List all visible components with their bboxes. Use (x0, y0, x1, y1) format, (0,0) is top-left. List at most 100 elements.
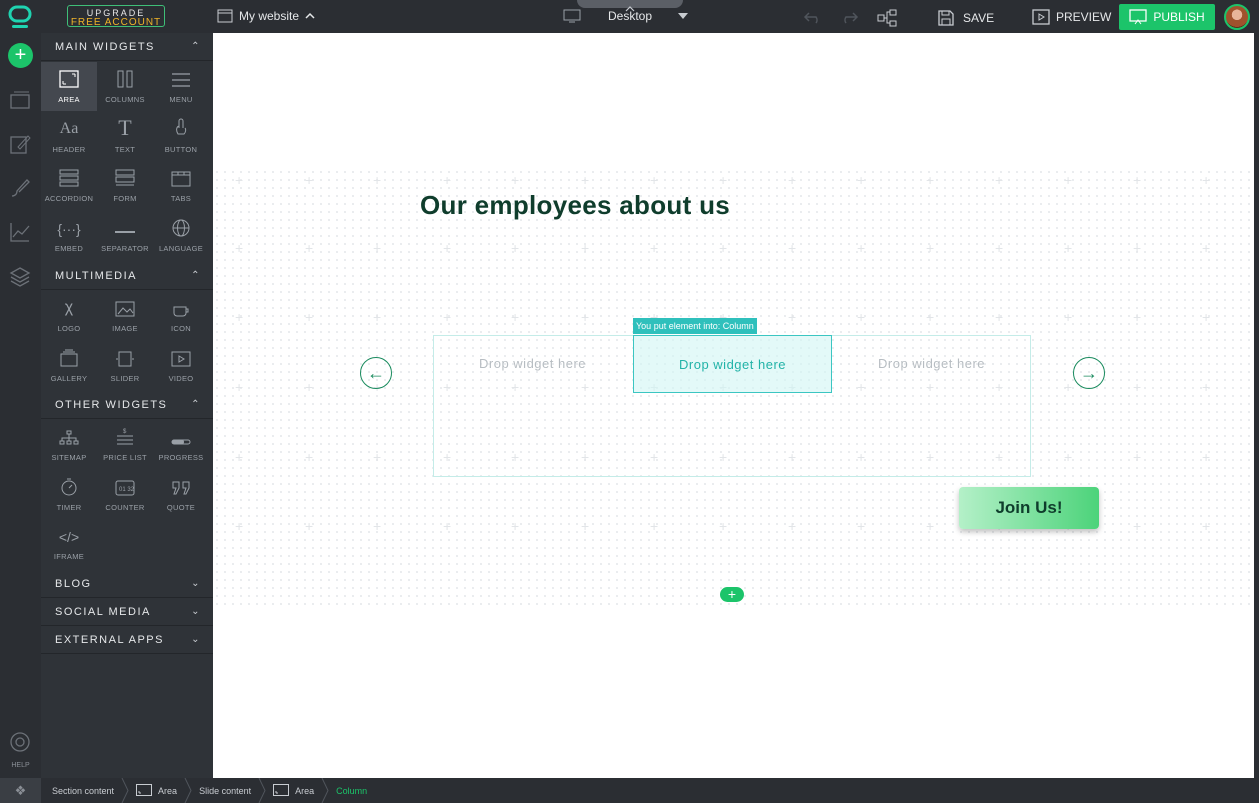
widget-header[interactable]: Aa HEADER (41, 112, 97, 161)
pin-icon[interactable]: ❖ (0, 778, 41, 803)
pattern-plus: + (1064, 172, 1073, 188)
pages-icon[interactable] (9, 89, 31, 111)
widget-sitemap[interactable]: SITEMAP (41, 420, 97, 469)
app-logo-icon[interactable] (8, 5, 32, 29)
widget-label: GALLERY (50, 373, 88, 383)
social-media-header[interactable]: SOCIAL MEDIA ⌄ (41, 598, 213, 626)
widget-label: EMBED (54, 243, 84, 253)
widget-counter[interactable]: 01 32 COUNTER (97, 470, 153, 519)
slider-next-arrow-icon[interactable]: → (1073, 357, 1105, 389)
free-account-label: FREE ACCOUNT (70, 17, 162, 28)
widget-button[interactable]: BUTTON (153, 112, 209, 161)
blog-header[interactable]: BLOG ⌄ (41, 570, 213, 598)
widget-tabs[interactable]: TABS (153, 161, 209, 210)
widget-form[interactable]: FORM (97, 161, 153, 210)
edit-icon[interactable] (9, 133, 31, 155)
widget-separator[interactable]: SEPARATOR (97, 211, 153, 260)
pattern-plus: + (788, 172, 797, 188)
social-media-title: SOCIAL MEDIA (55, 606, 151, 618)
sitemap-structure-icon[interactable] (877, 9, 897, 27)
chevron-up-icon: ⌃ (191, 270, 201, 281)
add-widget-button[interactable]: + (8, 43, 33, 68)
drop-zone-column-1[interactable]: Drop widget here (433, 335, 632, 393)
breadcrumb-item[interactable]: Section content (41, 778, 129, 803)
chevron-up-icon: ⌃ (191, 41, 201, 52)
pattern-plus: + (373, 449, 382, 465)
website-selector[interactable]: My website (217, 9, 315, 23)
widget-gallery[interactable]: GALLERY (41, 341, 97, 390)
pattern-plus: + (305, 309, 314, 325)
widget-columns[interactable]: COLUMNS (97, 62, 153, 111)
widget-quote[interactable]: QUOTE (153, 470, 209, 519)
breadcrumb-item[interactable]: Area (125, 778, 192, 803)
analytics-icon[interactable] (9, 221, 31, 243)
collapse-toolbar-tab[interactable] (577, 0, 683, 12)
slider-icon (97, 341, 153, 367)
embed-icon: {···} (57, 220, 81, 237)
slider-prev-arrow-icon[interactable]: ← (360, 357, 392, 389)
editor-canvas[interactable]: + + + + + + + + + + + + + + + + + + + + + + + + + + + + + + + + + + + + + + + +… (213, 33, 1254, 778)
sitemap-icon (41, 420, 97, 446)
other-widgets-header[interactable]: OTHER WIDGETS ⌃ (41, 391, 213, 419)
widget-area[interactable]: AREA (41, 62, 97, 111)
widget-embed[interactable]: {···} EMBED (41, 211, 97, 260)
drop-zone-column-2[interactable]: Drop widget here (633, 335, 832, 393)
layers-icon[interactable] (9, 266, 31, 288)
widget-icon[interactable]: ICON (153, 291, 209, 340)
user-avatar[interactable] (1224, 4, 1250, 30)
external-apps-header[interactable]: EXTERNAL APPS ⌄ (41, 626, 213, 654)
pattern-plus: + (719, 240, 728, 256)
widget-video[interactable]: VIDEO (153, 341, 209, 390)
pattern-plus: + (650, 518, 659, 534)
website-name: My website (239, 9, 300, 23)
widget-label: PRICE LIST (103, 453, 147, 462)
pattern-plus: + (235, 449, 244, 465)
help-icon[interactable] (9, 731, 31, 753)
pattern-plus: + (926, 240, 935, 256)
publish-icon (1129, 9, 1147, 25)
main-widgets-header[interactable]: MAIN WIDGETS ⌃ (41, 33, 213, 61)
menu-icon (153, 62, 209, 88)
undo-icon[interactable] (803, 9, 823, 25)
widget-iframe[interactable]: </> IFRAME (41, 519, 97, 568)
chevron-down-icon: ⌄ (191, 606, 201, 617)
canvas-scrollbar[interactable] (1254, 33, 1259, 778)
widget-logo[interactable]: χ LOGO (41, 291, 97, 340)
widget-price-list[interactable]: $ PRICE LIST (97, 420, 153, 469)
breadcrumb-label: Section content (52, 785, 115, 796)
widget-image[interactable]: IMAGE (97, 291, 153, 340)
pattern-plus: + (1202, 379, 1211, 395)
preview-button[interactable]: PREVIEW (1032, 9, 1111, 25)
upgrade-button[interactable]: UPGRADE FREE ACCOUNT (67, 5, 165, 28)
publish-button[interactable]: PUBLISH (1119, 4, 1215, 30)
save-button[interactable]: SAVE (937, 9, 994, 27)
join-us-button[interactable]: Join Us! (959, 487, 1099, 529)
pattern-plus: + (650, 240, 659, 256)
pattern-plus: + (788, 240, 797, 256)
breadcrumb-item[interactable]: Area (262, 778, 329, 803)
icon-icon (153, 291, 209, 317)
widget-progress[interactable]: PROGRESS (153, 420, 209, 469)
widget-accordion[interactable]: ACCORDION (41, 161, 97, 210)
pattern-plus: + (1133, 309, 1142, 325)
pattern-plus: + (1202, 309, 1211, 325)
widget-language[interactable]: LANGUAGE (153, 211, 209, 260)
multimedia-header[interactable]: MULTIMEDIA ⌃ (41, 262, 213, 290)
widget-label: IFRAME (53, 552, 85, 561)
logo-icon: χ (64, 299, 74, 316)
redo-icon[interactable] (839, 9, 859, 25)
device-selector[interactable]: Desktop (563, 9, 688, 23)
pattern-plus: + (926, 172, 935, 188)
pattern-plus: + (235, 379, 244, 395)
breadcrumb-item[interactable]: Column (325, 778, 378, 803)
brush-icon[interactable] (9, 177, 31, 199)
breadcrumb-item[interactable]: Slide content (188, 778, 266, 803)
widget-menu[interactable]: MENU (153, 62, 209, 111)
drop-zone-column-3[interactable]: Drop widget here (832, 335, 1031, 393)
add-section-button[interactable]: + (720, 587, 744, 602)
section-heading[interactable]: Our employees about us (420, 190, 730, 221)
widget-text[interactable]: T TEXT (97, 112, 153, 161)
widget-timer[interactable]: TIMER (41, 470, 97, 519)
widget-slider[interactable]: SLIDER (97, 341, 153, 390)
pattern-plus: + (1133, 172, 1142, 188)
